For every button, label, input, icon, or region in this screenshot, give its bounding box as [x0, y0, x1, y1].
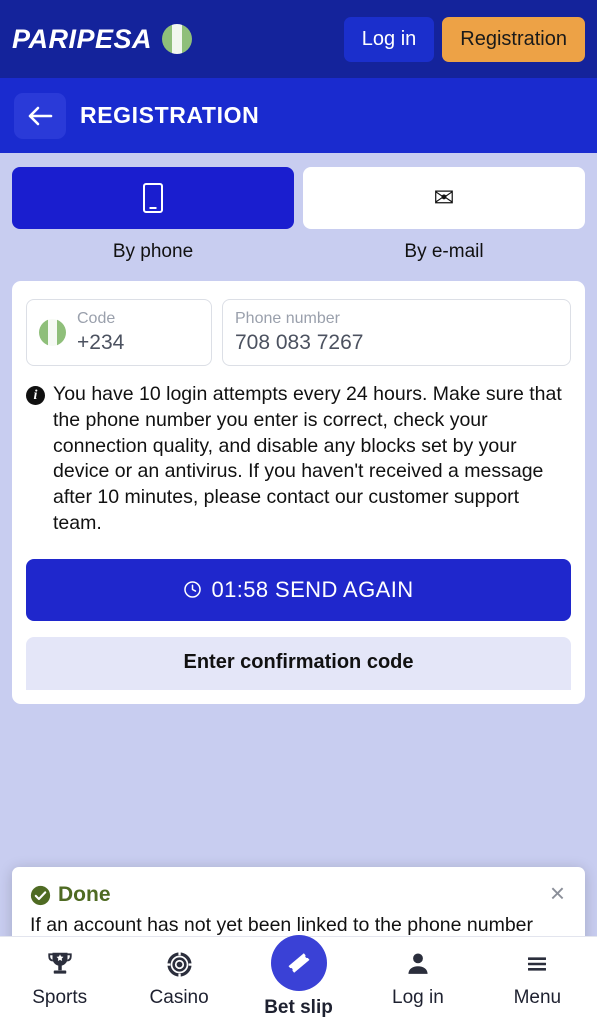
- nav-item-sports-label: Sports: [32, 987, 88, 1008]
- top-bar: PARIPESA Log in Registration: [0, 0, 597, 78]
- done-dialog-header: Done ×: [30, 880, 567, 907]
- arrow-left-glyph: [28, 106, 53, 125]
- tab-by-email[interactable]: ✉ By e-mail: [303, 167, 585, 263]
- nav-item-menu[interactable]: Menu: [478, 947, 597, 1009]
- main-content: By phone ✉ By e-mail Code +234 Phone num…: [0, 153, 597, 936]
- envelope-icon: ✉: [433, 183, 455, 212]
- page-header: REGISTRATION: [0, 78, 597, 153]
- done-dialog: Done × If an account has not yet been li…: [12, 867, 585, 936]
- brand-name: PARIPESA: [12, 23, 153, 54]
- page-title: REGISTRATION: [80, 102, 260, 128]
- app-screen: PARIPESA Log in Registration REGISTRATIO…: [0, 0, 597, 1024]
- nav-item-login-label: Log in: [392, 987, 444, 1008]
- login-button[interactable]: Log in: [343, 16, 435, 62]
- country-code-label: Code: [77, 310, 116, 327]
- mobile-phone-icon: [143, 183, 163, 213]
- check-circle-icon: [30, 885, 51, 905]
- clock-icon: [184, 581, 202, 598]
- login-attempts-notice-text: You have 10 login attempts every 24 hour…: [53, 383, 562, 534]
- registration-method-tabs: By phone ✉ By e-mail: [12, 167, 585, 263]
- user-icon: [404, 947, 432, 981]
- phone-number-label: Phone number: [235, 310, 340, 327]
- tab-by-phone-label: By phone: [112, 241, 194, 262]
- phone-input-row: Code +234 Phone number 708 083 7267: [26, 299, 571, 367]
- tab-by-phone-box: [12, 167, 294, 229]
- send-again-label: 01:58 SEND AGAIN: [211, 576, 414, 602]
- nigeria-flag-icon: [162, 24, 193, 54]
- registration-form-card: Code +234 Phone number 708 083 7267 i Yo…: [12, 281, 585, 704]
- phone-number-value: 708 083 7267: [235, 331, 364, 354]
- hamburger-menu-icon: [522, 947, 552, 981]
- trophy-icon: [45, 947, 75, 981]
- bottom-navigation: Sports Casino Bet slip Log in Menu: [0, 935, 597, 1024]
- info-icon: i: [26, 386, 45, 406]
- close-icon[interactable]: ×: [548, 880, 567, 906]
- login-attempts-notice: i You have 10 login attempts every 24 ho…: [26, 382, 571, 536]
- done-dialog-title: Done: [58, 883, 111, 906]
- nav-item-casino-label: Casino: [149, 987, 209, 1008]
- phone-number-text: Phone number 708 083 7267: [235, 309, 363, 356]
- nav-item-login[interactable]: Log in: [358, 947, 477, 1009]
- casino-chip-icon: [165, 947, 194, 981]
- tab-by-email-box: ✉: [303, 167, 585, 229]
- send-again-button[interactable]: 01:58 SEND AGAIN: [26, 558, 571, 621]
- registration-button[interactable]: Registration: [442, 16, 585, 62]
- country-code-text: Code +234: [77, 309, 124, 356]
- confirmation-code-header: Enter confirmation code: [26, 636, 571, 690]
- nav-item-casino[interactable]: Casino: [119, 947, 238, 1009]
- done-dialog-title-group: Done: [30, 883, 548, 907]
- nav-item-sports[interactable]: Sports: [0, 947, 119, 1009]
- brand-logo[interactable]: PARIPESA: [12, 24, 344, 55]
- phone-number-field[interactable]: Phone number 708 083 7267: [222, 299, 571, 367]
- nav-item-menu-label: Menu: [513, 987, 562, 1008]
- tab-by-email-label: By e-mail: [404, 241, 484, 262]
- country-code-value: +234: [77, 331, 125, 354]
- tab-by-phone[interactable]: By phone: [12, 167, 294, 263]
- nav-item-betslip[interactable]: Bet slip: [239, 935, 358, 1019]
- nigeria-flag-icon: [39, 319, 66, 347]
- arrow-left-icon[interactable]: [14, 92, 66, 139]
- bet-slip-ticket-icon: [270, 935, 327, 991]
- nav-item-betslip-label: Bet slip: [264, 997, 333, 1018]
- done-dialog-message: If an account has not yet been linked to…: [30, 914, 534, 936]
- country-code-field[interactable]: Code +234: [26, 299, 212, 367]
